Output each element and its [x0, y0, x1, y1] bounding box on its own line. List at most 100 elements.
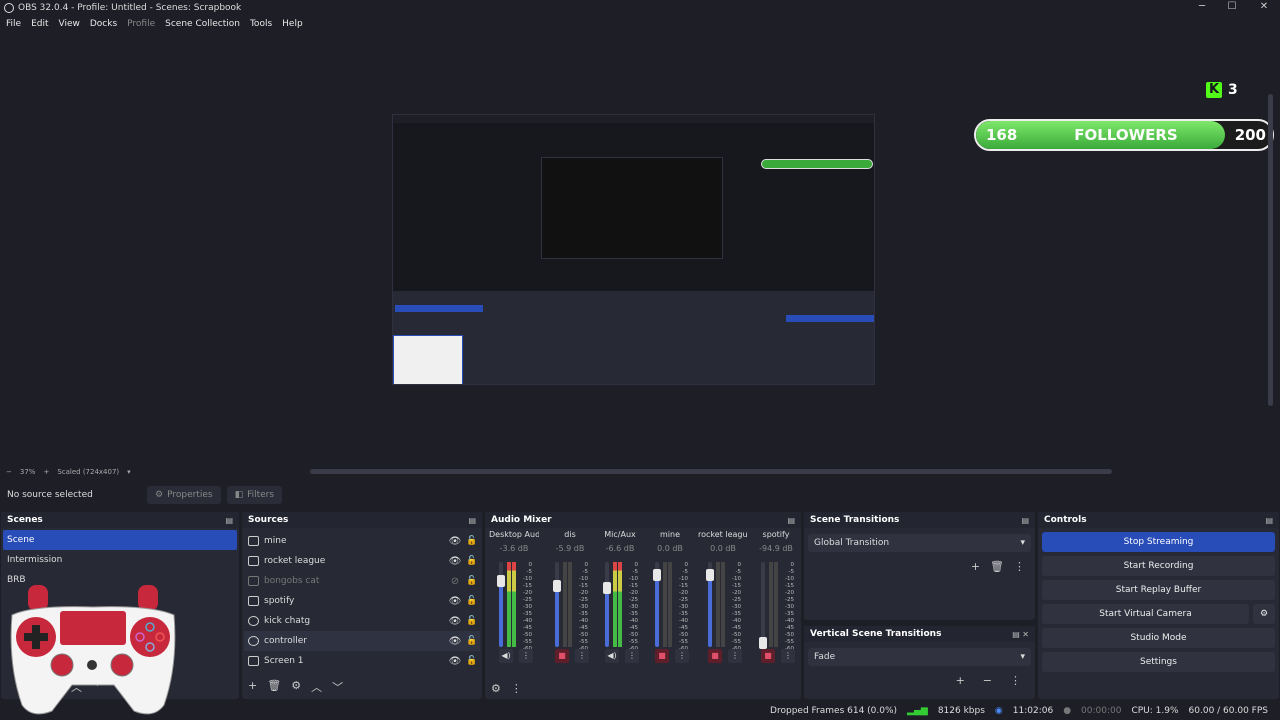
speaker-icon[interactable]: ◀): [605, 649, 619, 663]
vertical-transition-select[interactable]: Fade ▾: [808, 648, 1031, 666]
scene-item[interactable]: Scene: [3, 530, 237, 550]
maximize-button[interactable]: ☐: [1216, 0, 1248, 14]
add-icon[interactable]: +: [971, 560, 980, 573]
dock-menu-icon[interactable]: ▤: [225, 516, 233, 525]
menu-edit[interactable]: Edit: [31, 19, 48, 29]
volume-fader[interactable]: [555, 562, 559, 647]
zoom-out-button[interactable]: −: [6, 468, 12, 476]
fader-knob[interactable]: [553, 580, 561, 592]
fader-knob[interactable]: [603, 582, 611, 594]
fader-knob[interactable]: [653, 569, 661, 581]
add-icon[interactable]: +: [956, 674, 965, 687]
menu-profile[interactable]: Profile: [127, 19, 155, 29]
source-item[interactable]: rocket league 👁 🔓: [244, 551, 480, 571]
menu-view[interactable]: View: [59, 19, 80, 29]
lock-icon[interactable]: 🔓: [466, 536, 477, 546]
move-down-icon[interactable]: ﹀: [332, 679, 343, 695]
eye-icon[interactable]: 👁: [448, 556, 462, 567]
volume-meter[interactable]: 0-5-10-15-20-25-30-35-40-45-50-55-60: [553, 562, 589, 652]
menu-scene-collection[interactable]: Scene Collection: [165, 19, 240, 29]
properties-button[interactable]: ⚙ Properties: [147, 486, 221, 504]
kebab-icon[interactable]: ⋮: [1014, 560, 1025, 573]
volume-meter[interactable]: 0-5-10-15-20-25-30-35-40-45-50-55-60: [706, 562, 742, 652]
lock-icon[interactable]: 🔓: [466, 616, 477, 626]
preview-horizontal-scrollbar[interactable]: [310, 469, 1112, 474]
source-item[interactable]: spotify 👁 🔓: [244, 591, 480, 611]
dock-menu-icon[interactable]: ▤: [1021, 516, 1029, 525]
volume-meter[interactable]: 0-5-10-15-20-25-30-35-40-45-50-55-60: [497, 562, 533, 652]
scenes-title: Scenes: [7, 515, 43, 525]
fader-knob[interactable]: [497, 575, 505, 587]
muted-speaker-icon[interactable]: ■: [655, 649, 669, 663]
fader-knob[interactable]: [706, 569, 714, 581]
start-replay-buffer-button[interactable]: Start Replay Buffer: [1042, 580, 1275, 600]
eye-icon[interactable]: 👁: [448, 616, 462, 627]
eye-icon[interactable]: 👁: [448, 636, 462, 647]
volume-fader[interactable]: [761, 562, 765, 647]
kebab-icon[interactable]: ⋮: [781, 649, 795, 663]
dock-menu-icon[interactable]: ▤: [468, 516, 476, 525]
lock-icon[interactable]: 🔓: [466, 596, 477, 606]
lock-icon[interactable]: 🔓: [466, 656, 477, 666]
gear-icon[interactable]: ⚙: [1253, 604, 1275, 624]
kebab-icon[interactable]: ⋮: [519, 649, 533, 663]
settings-button[interactable]: Settings: [1042, 652, 1275, 672]
remove-icon[interactable]: −: [983, 674, 992, 687]
eye-hidden-icon[interactable]: ⊘: [448, 576, 462, 587]
studio-mode-button[interactable]: Studio Mode: [1042, 628, 1275, 648]
source-item[interactable]: Screen 1 👁 🔓: [244, 651, 480, 671]
add-icon[interactable]: +: [248, 679, 257, 695]
lock-icon[interactable]: 🔓: [466, 636, 477, 646]
transition-select[interactable]: Global Transition ▾: [808, 534, 1031, 552]
kebab-icon[interactable]: ⋮: [675, 649, 689, 663]
trash-icon[interactable]: 🗑: [267, 679, 281, 695]
start-virtual-camera-button[interactable]: Start Virtual Camera: [1042, 604, 1249, 624]
eye-icon[interactable]: 👁: [448, 536, 462, 547]
kebab-icon[interactable]: ⋮: [511, 682, 522, 695]
speaker-icon[interactable]: ◀): [499, 649, 513, 663]
fader-knob[interactable]: [759, 637, 767, 649]
scale-tick: -35: [579, 611, 588, 617]
gear-icon[interactable]: ⚙: [291, 679, 301, 695]
kebab-icon[interactable]: ⋮: [575, 649, 589, 663]
dock-menu-icon[interactable]: ▤: [787, 516, 795, 525]
eye-icon[interactable]: 👁: [448, 656, 462, 667]
minimize-button[interactable]: ─: [1186, 0, 1218, 14]
volume-meter[interactable]: 0-5-10-15-20-25-30-35-40-45-50-55-60: [603, 562, 639, 652]
volume-fader[interactable]: [605, 562, 609, 647]
trash-icon[interactable]: 🗑: [990, 560, 1004, 573]
source-item[interactable]: controller 👁 🔓: [244, 631, 480, 651]
dock-menu-icon[interactable]: ▤: [1265, 516, 1273, 525]
start-recording-button[interactable]: Start Recording: [1042, 556, 1275, 576]
zoom-in-button[interactable]: +: [43, 468, 49, 476]
kebab-icon[interactable]: ⋮: [1010, 674, 1021, 687]
lock-icon[interactable]: 🔓: [466, 576, 477, 586]
close-button[interactable]: ✕: [1248, 0, 1280, 14]
menu-file[interactable]: File: [6, 19, 21, 29]
menu-docks[interactable]: Docks: [90, 19, 117, 29]
muted-speaker-icon[interactable]: ■: [708, 649, 722, 663]
muted-speaker-icon[interactable]: ■: [761, 649, 775, 663]
advanced-audio-icon[interactable]: ⚙: [491, 682, 501, 695]
stop-streaming-button[interactable]: Stop Streaming: [1042, 532, 1275, 552]
kebab-icon[interactable]: ⋮: [625, 649, 639, 663]
preview-vertical-scrollbar[interactable]: [1268, 94, 1273, 406]
kebab-icon[interactable]: ⋮: [728, 649, 742, 663]
scale-tick: -40: [579, 618, 588, 624]
window-source-icon: [248, 536, 259, 546]
volume-meter[interactable]: 0-5-10-15-20-25-30-35-40-45-50-55-60: [759, 562, 795, 652]
muted-speaker-icon[interactable]: ■: [555, 649, 569, 663]
dock-menu-icon[interactable]: ▤ ✕: [1012, 630, 1029, 639]
menu-help[interactable]: Help: [282, 19, 303, 29]
source-item[interactable]: mine 👁 🔓: [244, 531, 480, 551]
scale-dropdown-icon[interactable]: ▾: [127, 468, 131, 476]
move-up-icon[interactable]: ︿: [311, 679, 322, 695]
source-item[interactable]: kick chatg 👁 🔓: [244, 611, 480, 631]
volume-meter[interactable]: 0-5-10-15-20-25-30-35-40-45-50-55-60: [653, 562, 689, 652]
source-item[interactable]: bongobs cat ⊘ 🔓: [244, 571, 480, 591]
lock-icon[interactable]: 🔓: [466, 556, 477, 566]
filters-button[interactable]: ◧ Filters: [226, 486, 283, 504]
eye-icon[interactable]: 👁: [448, 596, 462, 607]
menu-tools[interactable]: Tools: [250, 19, 272, 29]
scene-item[interactable]: Intermission: [3, 550, 237, 570]
